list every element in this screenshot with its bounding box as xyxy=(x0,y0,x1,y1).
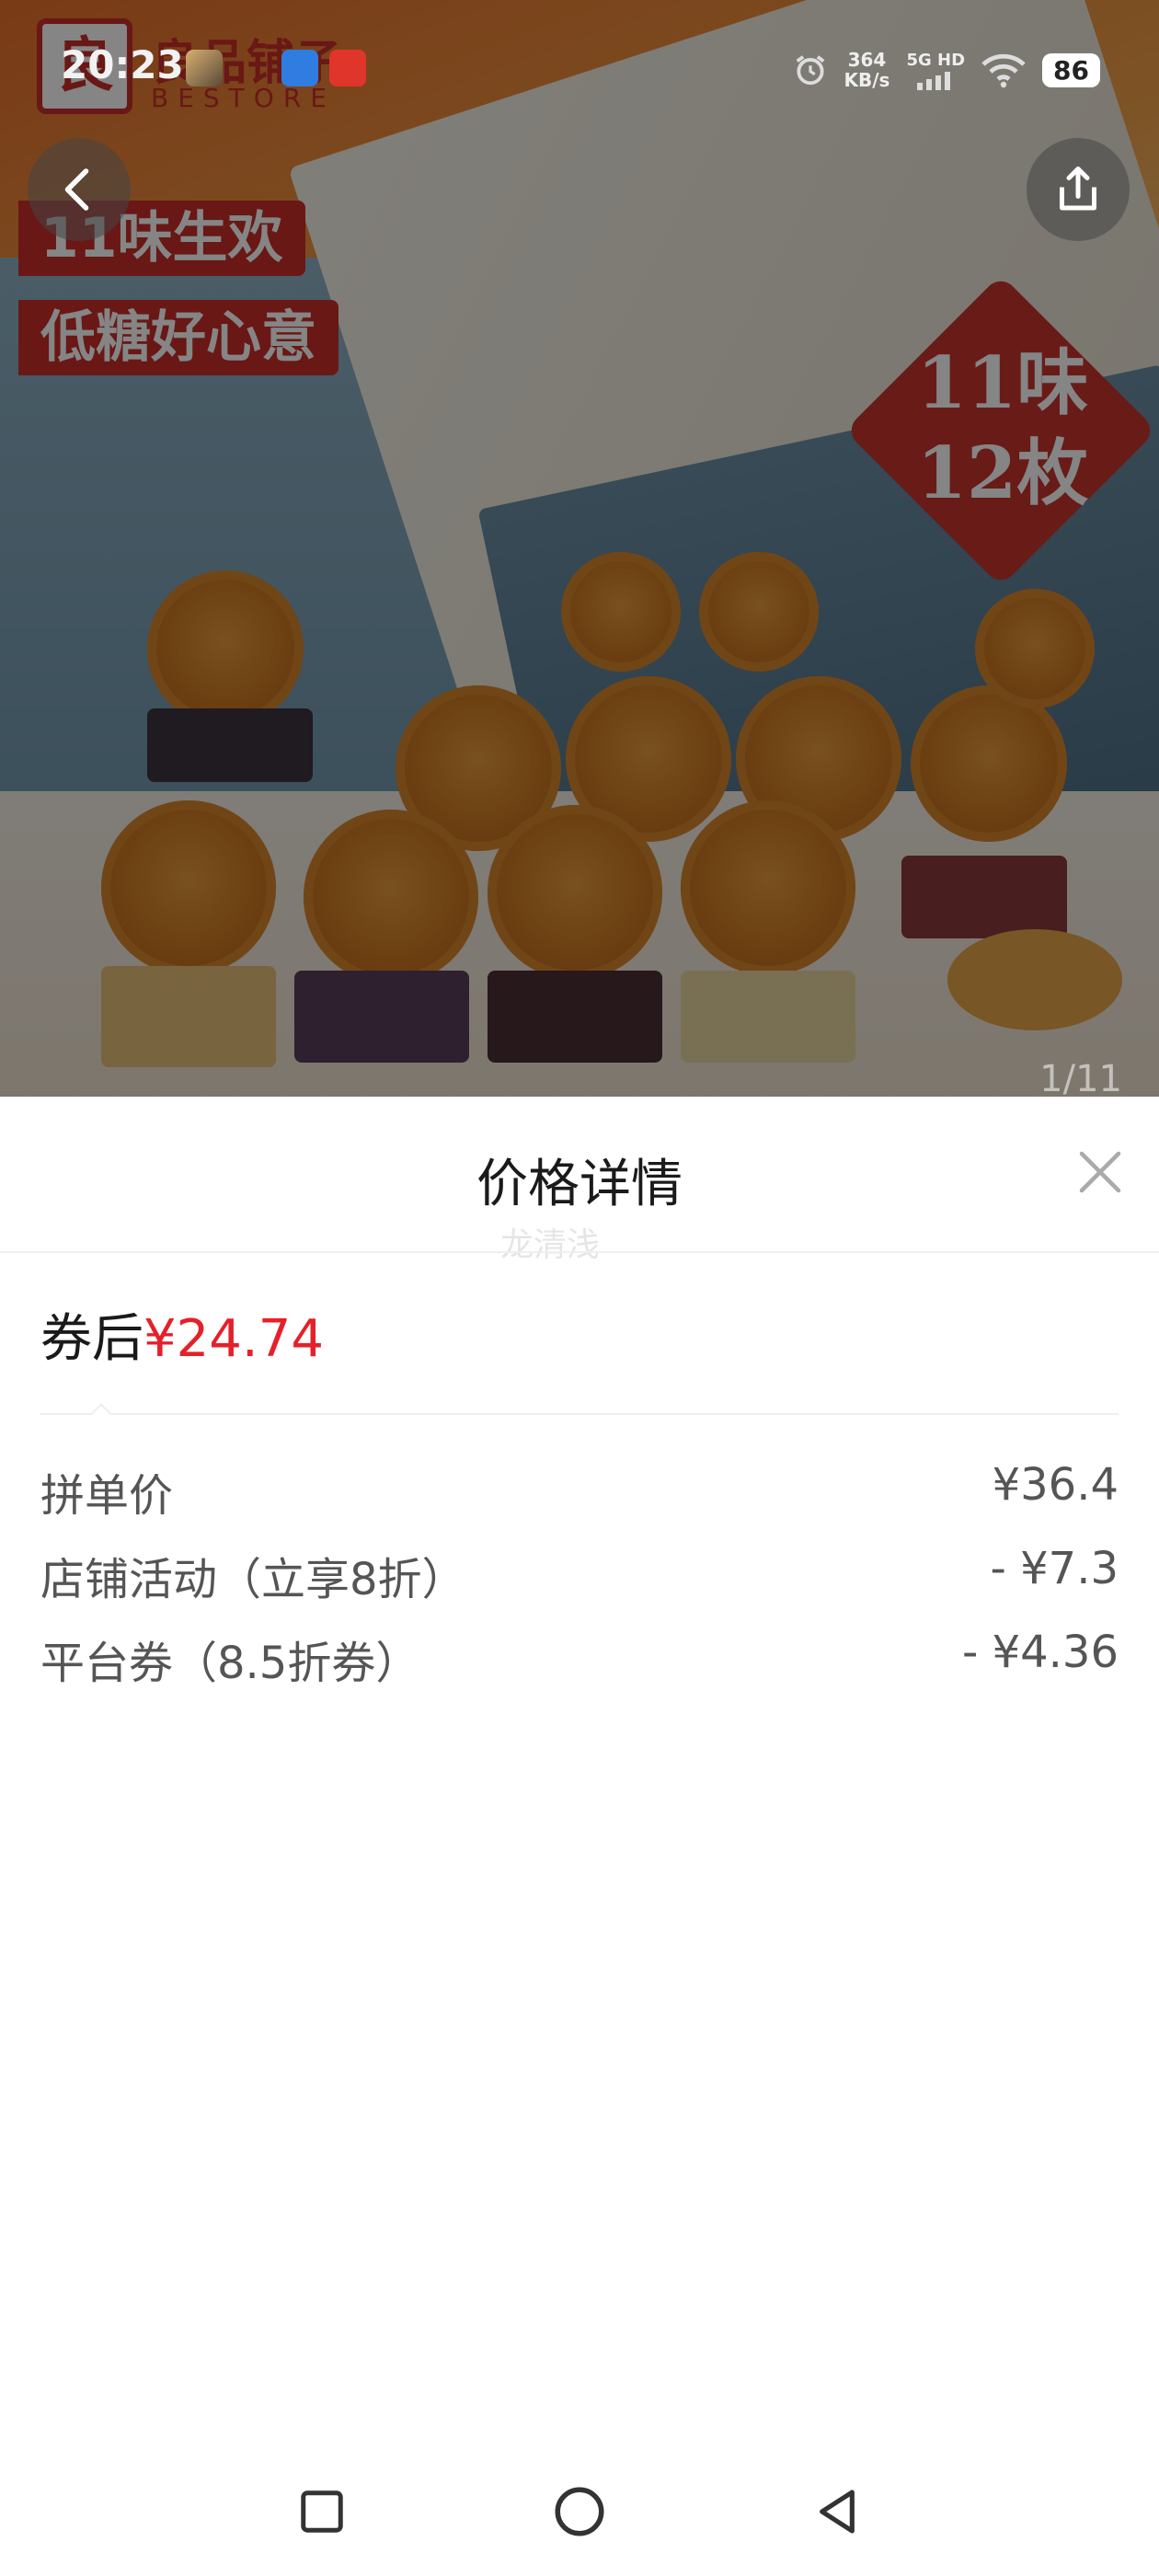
product-image-area[interactable]: 11味 12枚 11味生欢 低糖好心意 良 良品铺子 BESTORE 20:23… xyxy=(0,0,1159,1097)
line-item-label: 拼单价 xyxy=(40,1470,174,1522)
square-icon xyxy=(301,2490,343,2533)
chart-app-icon xyxy=(281,50,318,86)
alarm-icon xyxy=(796,55,824,86)
status-indicators: 364 KB/s 5G HD 86 xyxy=(793,44,1100,96)
close-button[interactable] xyxy=(1073,1144,1128,1200)
line-item-label: 店铺活动（立享8折） xyxy=(40,1554,466,1605)
network-type: 5G HD xyxy=(906,50,966,70)
home-button[interactable] xyxy=(534,2466,625,2558)
network-speed-value: 364 xyxy=(847,49,887,71)
price-line-item: 平台券（8.5折券） - ¥4.36 xyxy=(40,1627,1119,1691)
shopping-app-icon xyxy=(329,50,366,86)
chevron-left-icon xyxy=(64,168,89,211)
final-price-row: 券后¥24.74 xyxy=(40,1297,324,1372)
cellular-signal-icon: 5G HD xyxy=(906,51,965,90)
price-detail-sheet: 价格详情 龙清浅 券后¥24.74 拼单价 ¥36.4 店铺活动（立享8折） -… xyxy=(0,1097,1159,2576)
dim-overlay[interactable] xyxy=(0,0,1159,1097)
sheet-title: 价格详情 xyxy=(476,1155,683,1214)
final-price-label: 券后 xyxy=(40,1309,143,1369)
price-line-item: 店铺活动（立享8折） - ¥7.3 xyxy=(40,1543,1119,1607)
system-navigation-bar xyxy=(0,2466,1159,2558)
status-time: 20:23 xyxy=(61,42,184,87)
close-icon xyxy=(1079,1151,1121,1193)
game-app-icon xyxy=(186,50,223,86)
share-button[interactable] xyxy=(1027,138,1130,241)
status-bar: 20:23 364 KB/s 5G HD 86 xyxy=(0,37,1159,103)
triangle-back-icon xyxy=(820,2490,855,2534)
divider xyxy=(0,1251,1159,1253)
wifi-icon xyxy=(981,53,1026,88)
line-item-value: - ¥4.36 xyxy=(962,1627,1119,1678)
watermark: 龙清浅 xyxy=(499,1226,600,1264)
final-price-value: ¥24.74 xyxy=(143,1309,324,1369)
network-speed: 364 KB/s xyxy=(844,50,890,90)
recent-apps-button[interactable] xyxy=(276,2466,368,2558)
image-pager: 1/11 xyxy=(1039,1058,1122,1097)
circle-icon xyxy=(555,2487,604,2536)
system-back-button[interactable] xyxy=(791,2466,883,2558)
price-line-item: 拼单价 ¥36.4 xyxy=(40,1459,1119,1524)
divider-notch-fill xyxy=(92,1406,110,1415)
battery-indicator: 86 xyxy=(1042,52,1100,87)
share-icon xyxy=(1060,167,1096,211)
network-speed-unit: KB/s xyxy=(843,69,890,91)
back-button[interactable] xyxy=(28,138,131,241)
line-item-value: - ¥7.3 xyxy=(990,1543,1119,1594)
line-item-value: ¥36.4 xyxy=(992,1459,1119,1511)
line-item-label: 平台券（8.5折券） xyxy=(40,1638,420,1689)
divider xyxy=(40,1413,1119,1415)
